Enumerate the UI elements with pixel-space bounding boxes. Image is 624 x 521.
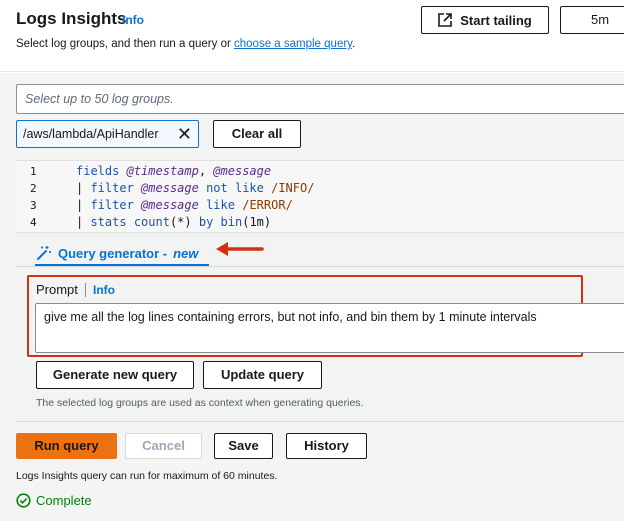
cancel-button[interactable]: Cancel bbox=[125, 433, 202, 459]
external-link-icon bbox=[438, 13, 453, 27]
prompt-textarea[interactable]: give me all the log lines containing err… bbox=[35, 303, 624, 353]
query-editor[interactable]: 1 2 3 4 fields @timestamp, @message | fi… bbox=[16, 160, 624, 232]
new-badge: new bbox=[173, 245, 199, 261]
max-duration-note: Logs Insights query can run for maximum … bbox=[16, 470, 278, 482]
line-number: 4 bbox=[30, 216, 37, 229]
divider bbox=[85, 283, 86, 297]
history-button[interactable]: History bbox=[286, 433, 367, 459]
page-title: Logs Insights bbox=[16, 9, 127, 28]
context-note: The selected log groups are used as cont… bbox=[36, 397, 364, 409]
code-line-1: fields @timestamp, @message bbox=[76, 164, 272, 178]
line-gutter: 1 2 3 4 bbox=[16, 161, 56, 233]
remove-token-icon[interactable]: ✕ bbox=[177, 121, 192, 147]
generate-new-query-button[interactable]: Generate new query bbox=[36, 361, 194, 389]
code-line-2: | filter @message not like /INFO/ bbox=[76, 181, 315, 195]
line-number: 1 bbox=[30, 165, 37, 178]
line-number: 2 bbox=[30, 182, 37, 195]
annotation-arrow bbox=[216, 242, 264, 256]
line-number: 3 bbox=[30, 199, 37, 212]
log-group-name: /aws/lambda/ApiHandler bbox=[23, 127, 159, 141]
prompt-label: Prompt bbox=[36, 282, 78, 297]
description-suffix: . bbox=[352, 38, 356, 50]
start-tailing-button[interactable]: Start tailing bbox=[421, 6, 549, 34]
description-text: Select log groups, and then run a query … bbox=[16, 38, 235, 50]
update-query-button[interactable]: Update query bbox=[203, 361, 322, 389]
run-query-button[interactable]: Run query bbox=[16, 433, 117, 459]
page-description: Select log groups, and then run a query … bbox=[16, 38, 355, 50]
selected-log-group-token: /aws/lambda/ApiHandler ✕ bbox=[16, 120, 199, 148]
check-circle-icon bbox=[16, 493, 31, 508]
start-tailing-label: Start tailing bbox=[460, 12, 532, 28]
log-group-selector[interactable]: Select up to 50 log groups. bbox=[16, 84, 624, 114]
prompt-info-link[interactable]: Info bbox=[93, 283, 115, 297]
status-text: Complete bbox=[36, 493, 92, 508]
tab-query-generator[interactable]: Query generator - new bbox=[36, 239, 198, 267]
tab-query-generator-label: Query generator - bbox=[58, 245, 168, 261]
code-line-4: | stats count(*) by bin(1m) bbox=[76, 215, 272, 229]
code-line-3: | filter @message like /ERROR/ bbox=[76, 198, 293, 212]
time-range-5m-button[interactable]: 5m bbox=[560, 6, 624, 34]
title-info-link[interactable]: Info bbox=[122, 13, 144, 27]
sample-query-link[interactable]: choose a sample query bbox=[234, 38, 352, 50]
status-indicator: Complete bbox=[16, 493, 92, 508]
magic-wand-icon bbox=[37, 246, 51, 260]
page-header: Logs Insights Info Select log groups, an… bbox=[0, 0, 624, 72]
tab-divider bbox=[16, 266, 624, 267]
clear-all-button[interactable]: Clear all bbox=[213, 120, 301, 148]
save-button[interactable]: Save bbox=[214, 433, 273, 459]
